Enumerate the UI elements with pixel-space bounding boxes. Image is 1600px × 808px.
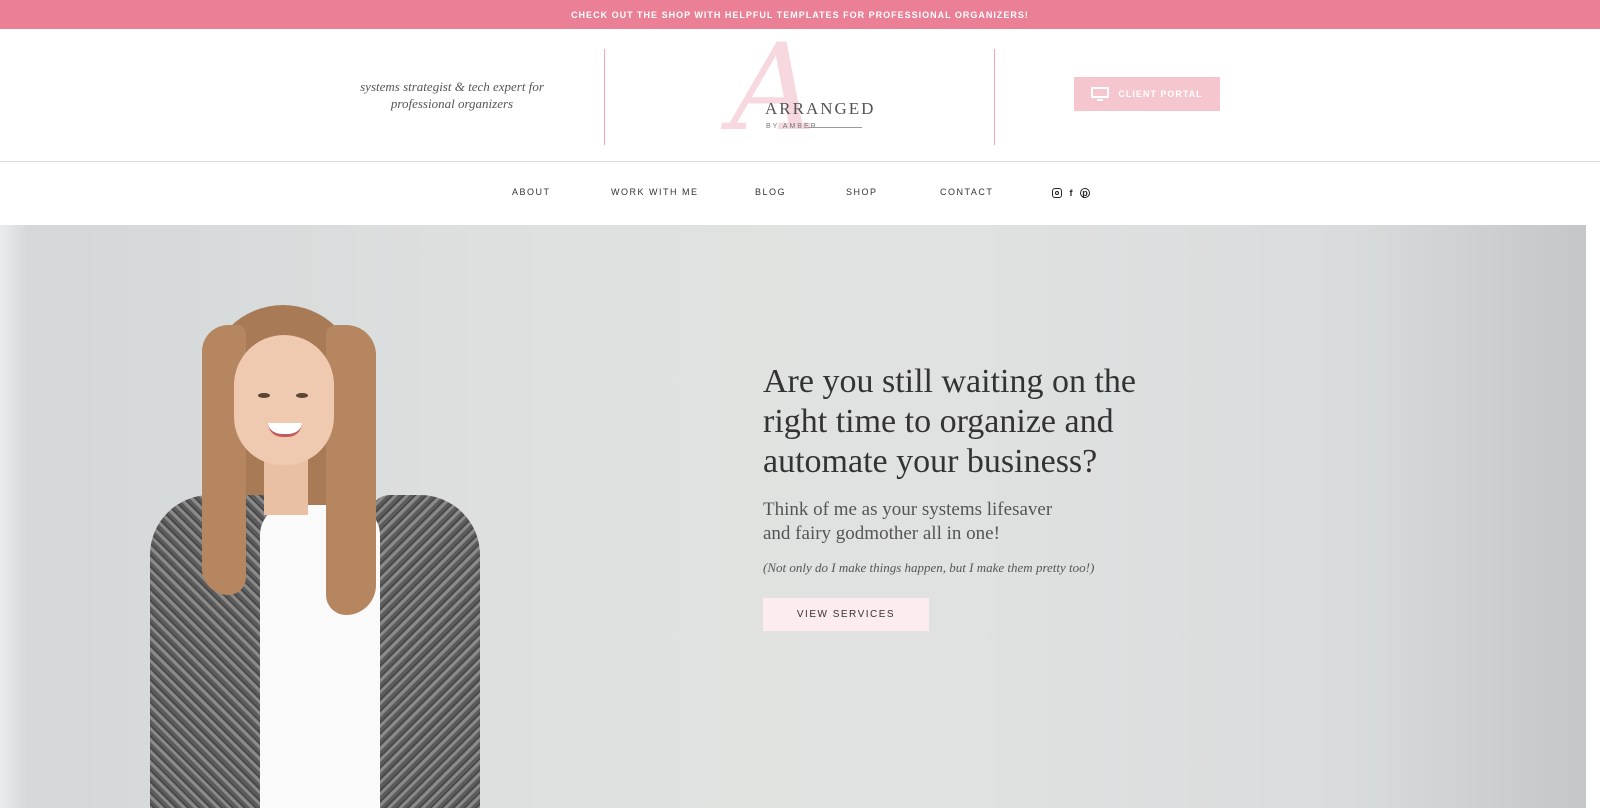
headline-line-3: automate your business? xyxy=(763,443,1098,480)
main-nav: ABOUT WORK WITH ME BLOG SHOP CONTACT f p xyxy=(0,162,1600,225)
facebook-icon[interactable]: f xyxy=(1066,188,1076,198)
headline-line-2: right time to organize and xyxy=(763,403,1114,440)
logo-wordmark: ARRANGED xyxy=(765,99,876,118)
social-links: f p xyxy=(1052,188,1090,198)
monitor-icon xyxy=(1091,86,1110,102)
tagline-line-2: professional organizers xyxy=(390,96,514,111)
header-divider-right xyxy=(994,49,995,145)
hero-subhead: Think of me as your systems lifesaver an… xyxy=(763,498,1123,546)
instagram-icon[interactable] xyxy=(1052,188,1062,198)
hero-photo xyxy=(140,305,500,808)
site-header: systems strategist & tech expert for pro… xyxy=(0,29,1600,162)
site-logo[interactable]: A ARRANGED BY AMBER xyxy=(720,29,880,162)
nav-item-about[interactable]: ABOUT xyxy=(512,187,551,197)
nav-item-blog[interactable]: BLOG xyxy=(755,187,786,197)
page-edge xyxy=(1586,225,1600,808)
tagline: systems strategist & tech expert for pro… xyxy=(340,78,564,112)
pinterest-icon[interactable]: p xyxy=(1080,188,1090,198)
nav-item-shop[interactable]: SHOP xyxy=(846,187,878,197)
nav-item-work-with-me[interactable]: WORK WITH ME xyxy=(611,187,699,197)
announcement-text[interactable]: CHECK OUT THE SHOP WITH HELPFUL TEMPLATE… xyxy=(571,10,1029,20)
logo-underline xyxy=(808,127,862,128)
headline-line-1: Are you still waiting on the xyxy=(763,363,1137,400)
client-portal-button[interactable]: CLIENT PORTAL xyxy=(1074,77,1220,111)
subhead-line-1: Think of me as your systems lifesaver xyxy=(763,499,1053,520)
subhead-line-2: and fairy godmother all in one! xyxy=(763,523,1000,544)
view-services-button[interactable]: VIEW SERVICES xyxy=(763,598,929,631)
nav-item-contact[interactable]: CONTACT xyxy=(940,187,993,197)
logo-monogram: A xyxy=(730,19,817,158)
client-portal-label: CLIENT PORTAL xyxy=(1118,89,1203,99)
hero-section: Are you still waiting on the right time … xyxy=(0,225,1586,808)
tagline-line-1: systems strategist & tech expert for xyxy=(360,79,544,94)
hero-headline: Are you still waiting on the right time … xyxy=(763,362,1233,482)
hero-aside: (Not only do I make things happen, but I… xyxy=(763,560,1095,575)
header-divider-left xyxy=(604,49,605,145)
